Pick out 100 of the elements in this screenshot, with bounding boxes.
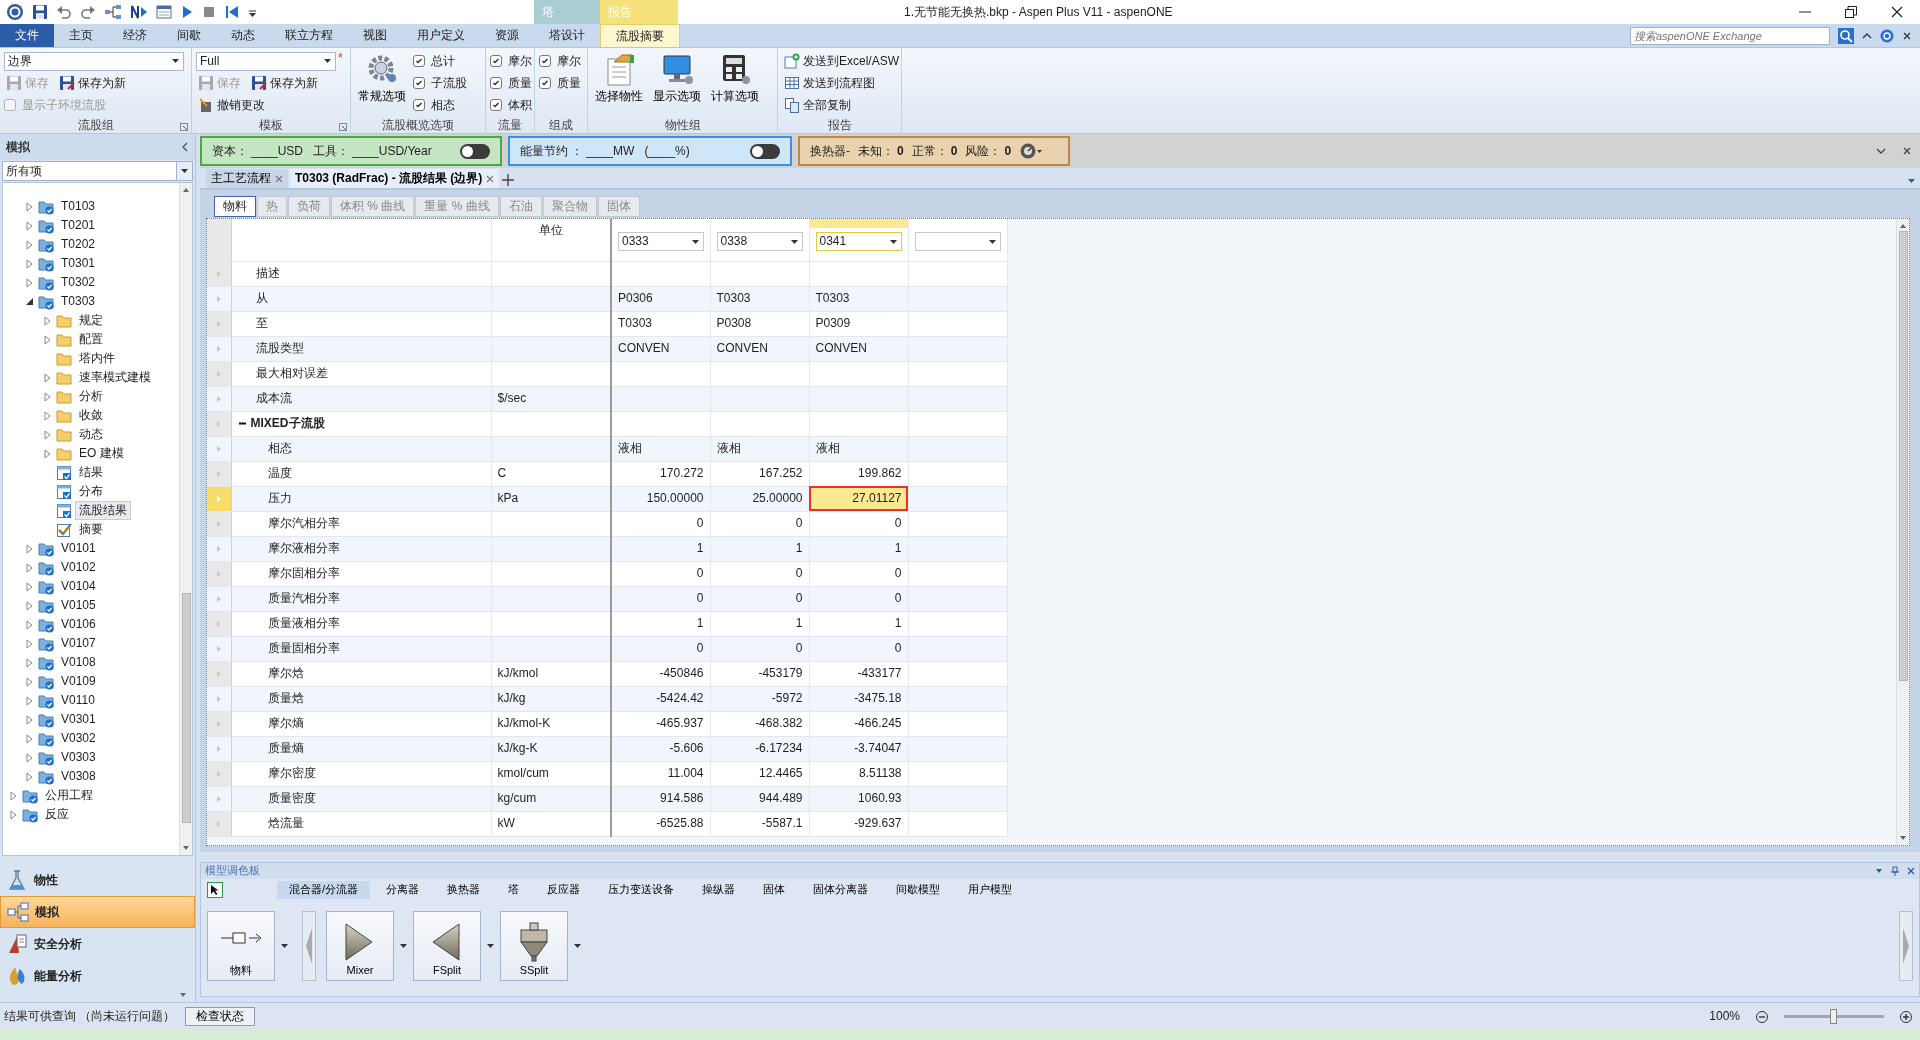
close-icon[interactable] bbox=[486, 174, 495, 183]
reset-icon[interactable] bbox=[224, 4, 240, 20]
expand-arrow-icon[interactable] bbox=[25, 676, 35, 687]
expand-arrow-icon[interactable] bbox=[25, 220, 35, 231]
ribbon-tab[interactable]: 用户定义 bbox=[402, 24, 480, 47]
tree-item[interactable]: V0107 bbox=[57, 634, 100, 653]
filter-dropdown[interactable]: 所有项 bbox=[2, 161, 193, 181]
pointer-tool-icon[interactable] bbox=[207, 882, 223, 898]
redo-icon[interactable] bbox=[80, 4, 96, 20]
tree-item[interactable]: V0303 bbox=[57, 748, 100, 767]
tree-item[interactable]: T0302 bbox=[57, 273, 100, 292]
check-status-button[interactable]: 检查状态 bbox=[185, 1007, 256, 1026]
save-icon[interactable] bbox=[32, 4, 48, 20]
ribbon-button[interactable]: 发送到Excel/ASW bbox=[782, 53, 901, 69]
close-icon[interactable] bbox=[1902, 146, 1912, 156]
search-button[interactable] bbox=[1838, 27, 1854, 44]
navigation-button[interactable]: 物性 bbox=[0, 864, 195, 896]
file-menu-tab[interactable]: 文件 bbox=[0, 24, 54, 47]
scroll-right-button[interactable] bbox=[1899, 910, 1913, 981]
tree-item[interactable]: 规定 bbox=[75, 311, 107, 330]
palette-tab[interactable]: 塔 bbox=[496, 881, 532, 899]
zoom-in-icon[interactable] bbox=[1900, 1010, 1912, 1023]
table-row[interactable]: 相态 液相 液相 液相 bbox=[207, 436, 1007, 461]
ribbon-tab[interactable]: 视图 bbox=[348, 24, 402, 47]
tree-item[interactable]: V0109 bbox=[57, 672, 100, 691]
table-row[interactable]: 摩尔液相分率 1 1 1 bbox=[207, 536, 1007, 561]
tree-item[interactable]: 塔内件 bbox=[75, 349, 119, 368]
scroll-left-button[interactable] bbox=[302, 910, 316, 981]
dialog-launcher-icon[interactable] bbox=[339, 123, 347, 131]
collapse-icon[interactable] bbox=[1876, 146, 1886, 156]
palette-tab[interactable]: 固体 bbox=[751, 881, 798, 899]
palette-tab[interactable]: 混合器/分流器 bbox=[277, 881, 371, 899]
tree-item[interactable]: V0102 bbox=[57, 558, 100, 577]
table-row[interactable]: 焓流量 kW -6525.88 -5587.1 -929.637 bbox=[207, 811, 1007, 836]
table-row[interactable]: 压力 kPa 150.00000 25.00000 27.01127 bbox=[207, 486, 1007, 511]
stream-dropdown[interactable] bbox=[914, 232, 1001, 251]
toggle-switch[interactable] bbox=[460, 143, 490, 159]
expand-arrow-icon[interactable] bbox=[43, 410, 53, 421]
palette-tab[interactable]: 分离器 bbox=[374, 881, 432, 899]
table-row[interactable]: 质量焓 kJ/kg -5424.42 -5972 -3475.18 bbox=[207, 686, 1007, 711]
tree-item[interactable]: T0103 bbox=[57, 197, 100, 216]
expand-arrow-icon[interactable] bbox=[43, 429, 53, 440]
expand-arrow-icon[interactable] bbox=[43, 315, 53, 326]
tree-item[interactable]: 结果 bbox=[75, 463, 107, 482]
checkbox[interactable] bbox=[413, 55, 425, 67]
more-icon[interactable] bbox=[179, 992, 187, 998]
checkbox[interactable] bbox=[490, 77, 502, 89]
ribbon-button[interactable]: 全部复制 bbox=[782, 97, 853, 113]
logo-icon[interactable] bbox=[6, 3, 24, 21]
close-icon[interactable] bbox=[1907, 867, 1915, 875]
table-row[interactable]: 质量密度 kg/cum 914.586 944.489 1060.93 bbox=[207, 786, 1007, 811]
checkbox[interactable] bbox=[490, 99, 502, 111]
tree-item[interactable]: 分布 bbox=[75, 482, 107, 501]
expand-arrow-icon[interactable] bbox=[9, 809, 19, 820]
tab-list-icon[interactable] bbox=[1907, 178, 1916, 184]
close-icon[interactable] bbox=[1902, 30, 1912, 41]
ribbon-large-button[interactable]: 显示选项 bbox=[650, 51, 704, 117]
scrollbar-thumb[interactable] bbox=[181, 593, 191, 823]
tree-item[interactable]: V0110 bbox=[57, 691, 99, 710]
dropdown-icon[interactable] bbox=[1875, 868, 1883, 874]
table-row[interactable]: 质量固相分率 0 0 0 bbox=[207, 636, 1007, 661]
checkbox[interactable] bbox=[413, 77, 425, 89]
palette-tab[interactable]: 间歇模型 bbox=[884, 881, 953, 899]
palette-tab[interactable]: 固体分离器 bbox=[801, 881, 881, 899]
expand-arrow-icon[interactable] bbox=[25, 562, 35, 573]
expand-arrow-icon[interactable] bbox=[25, 638, 35, 649]
tree-item[interactable]: 分析 bbox=[75, 387, 107, 406]
undo-icon[interactable] bbox=[56, 4, 72, 20]
model-button[interactable]: FSplit bbox=[413, 910, 481, 981]
tree-item[interactable]: 公用工程 bbox=[41, 786, 97, 805]
ribbon-tab[interactable]: 资源 bbox=[480, 24, 534, 47]
ribbon-tab[interactable]: 联立方程 bbox=[270, 24, 348, 47]
navigation-button[interactable]: 模拟 bbox=[0, 896, 195, 928]
ribbon-tab[interactable]: 动态 bbox=[216, 24, 270, 47]
checkbox[interactable] bbox=[539, 55, 551, 67]
palette-tab[interactable]: 换热器 bbox=[435, 881, 493, 899]
toggle-switch[interactable] bbox=[750, 143, 780, 159]
dialog-launcher-icon[interactable] bbox=[180, 123, 188, 131]
ribbon-tab[interactable]: 塔设计 bbox=[534, 24, 600, 47]
stream-dropdown[interactable]: 0333 bbox=[618, 232, 704, 251]
tree-item[interactable]: V0308 bbox=[57, 767, 100, 786]
palette-tab[interactable]: 反应器 bbox=[535, 881, 593, 899]
expand-arrow-icon[interactable] bbox=[43, 372, 53, 383]
document-tab[interactable]: T0303 (RadFrac) - 流股结果 (边界) bbox=[290, 169, 500, 188]
table-row[interactable]: 质量汽相分率 0 0 0 bbox=[207, 586, 1007, 611]
collapse-arrow-icon[interactable] bbox=[25, 296, 35, 307]
stream-dropdown[interactable]: 0338 bbox=[716, 232, 803, 251]
expand-arrow-icon[interactable] bbox=[43, 448, 53, 459]
checkbox[interactable] bbox=[539, 77, 551, 89]
ribbon-large-button[interactable]: 计算选项 bbox=[708, 51, 762, 117]
tree-item[interactable]: V0106 bbox=[57, 615, 100, 634]
scrollbar-thumb[interactable] bbox=[1898, 231, 1908, 681]
scrollbar[interactable] bbox=[179, 183, 192, 855]
tree-item[interactable]: T0303 bbox=[57, 292, 100, 311]
document-tab[interactable]: 主工艺流程 bbox=[206, 169, 288, 188]
expand-arrow-icon[interactable] bbox=[25, 752, 35, 763]
navigation-button[interactable]: 安全分析 bbox=[0, 928, 195, 960]
ribbon-tab[interactable]: 主页 bbox=[54, 24, 108, 47]
expand-arrow-icon[interactable] bbox=[43, 334, 53, 345]
tree-item[interactable]: T0202 bbox=[57, 235, 100, 254]
